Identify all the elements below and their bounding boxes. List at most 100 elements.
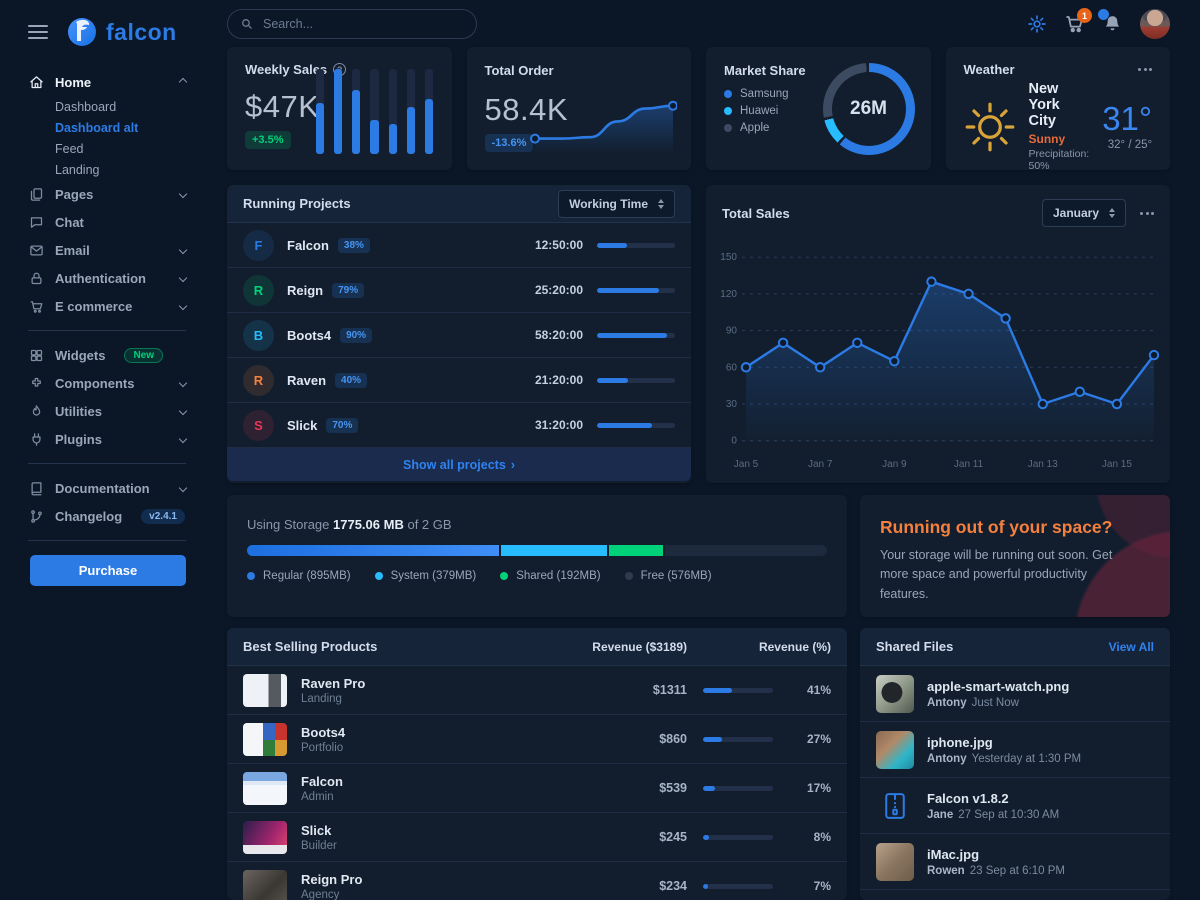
file-name[interactable]: iphone.jpg [927,735,1081,750]
file-meta: Jane27 Sep at 10:30 AM [927,809,1059,821]
sidebar-item-authentication[interactable]: Authentication [28,264,210,292]
sidebar-item-home[interactable]: Home [28,68,210,96]
weather-temp: 31° [1102,102,1152,135]
project-name[interactable]: Slick [287,418,317,433]
month-select[interactable]: January [1042,199,1126,227]
sidebar-item-label: Components [55,376,134,391]
bar-fill [425,99,433,154]
product-category: Portfolio [301,742,345,754]
search-input[interactable] [261,16,464,32]
project-time: 58:20:00 [535,328,583,342]
sidebar-item-documentation[interactable]: Documentation [28,474,210,502]
sidebar-item-dashboard[interactable]: Dashboard [28,96,210,117]
sidebar-item-plugins[interactable]: Plugins [28,425,210,453]
file-name[interactable]: iMac.jpg [927,847,1065,862]
user-avatar[interactable] [1140,9,1170,39]
main-content: 1 Weekly Sales ? $47K +3.5% [210,0,1200,900]
file-row-falcon-v1-8-2: Falcon v1.8.2 Jane27 Sep at 10:30 AM [860,778,1170,834]
sidebar-item-feed[interactable]: Feed [28,138,210,159]
sidebar-divider [28,330,186,331]
working-time-select[interactable]: Working Time [558,190,675,218]
product-progress-bar [703,737,773,742]
legend-dot [724,124,732,132]
product-row-boots4: Boots4Portfolio$86027% [227,715,847,764]
sidebar-item-widgets[interactable]: WidgetsNew [28,341,210,369]
products-table: Raven ProLanding$131141%Boots4Portfolio$… [227,666,847,900]
product-name[interactable]: Reign Pro [301,872,362,887]
bar-track [334,69,342,154]
file-info: Falcon v1.8.2 Jane27 Sep at 10:30 AM [927,791,1059,821]
settings-gear-icon[interactable] [1027,14,1047,34]
project-name[interactable]: Reign [287,283,323,298]
product-thumbnail [243,772,287,805]
sidebar-item-label: Authentication [55,271,146,286]
project-name[interactable]: Raven [287,373,326,388]
total-order-sparkline [525,90,677,158]
product-price: $245 [577,830,687,844]
product-info: Reign Pro Agency [301,872,362,900]
product-percent: 7% [789,879,831,893]
product-info: Slick Builder [301,823,337,852]
file-name[interactable]: Falcon v1.8.2 [927,791,1059,806]
project-progress-bar [597,378,675,383]
legend-label: System (379MB) [391,570,477,582]
storage-segment-shared [609,545,663,556]
product-name[interactable]: Slick [301,823,337,838]
file-row-apple-smart-watch-png: apple-smart-watch.pngAntonyJust Now [860,666,1170,722]
project-name[interactable]: Falcon [287,238,329,253]
view-all-link[interactable]: View All [1109,640,1154,654]
product-progress-bar [703,835,773,840]
product-name[interactable]: Raven Pro [301,676,365,691]
market-share-donut: 26M [823,63,915,155]
sidebar-item-landing[interactable]: Landing [28,159,210,180]
product-percent: 17% [789,781,831,795]
plugins-icon [28,432,44,447]
project-name[interactable]: Boots4 [287,328,331,343]
sidebar-item-utilities[interactable]: Utilities [28,397,210,425]
product-name[interactable]: Falcon [301,774,343,789]
chevron-up-icon [179,78,187,86]
more-icon[interactable] [1138,64,1152,75]
storage-label: Using Storage 1775.06 MB of 2 GB [247,517,827,532]
show-all-projects-link[interactable]: Show all projects› [227,448,691,481]
sidebar-item-dashboard-alt[interactable]: Dashboard alt [28,117,210,138]
sidebar-item-email[interactable]: Email [28,236,210,264]
cart-icon[interactable]: 1 [1064,13,1085,34]
file-meta: Rowen23 Sep at 6:10 PM [927,865,1065,877]
file-thumbnail [876,731,914,769]
project-progress-bar [597,333,675,338]
purchase-button[interactable]: Purchase [30,555,186,586]
market-share-total: 26M [832,72,906,146]
sidebar-item-chat[interactable]: Chat [28,208,210,236]
project-percent-badge: 79% [332,283,364,298]
storage-card: Using Storage 1775.06 MB of 2 GB Regular… [227,495,847,617]
sidebar-item-components[interactable]: Components [28,369,210,397]
file-name[interactable]: apple-smart-watch.png [927,679,1069,694]
brand-logo[interactable]: falcon [66,16,177,48]
sidebar-item-pages[interactable]: Pages [28,180,210,208]
panel-title: Shared Files [876,639,953,654]
legend-dot [500,572,508,580]
product-category: Agency [301,889,362,900]
product-percent: 41% [789,683,831,697]
legend-label: Apple [740,122,769,134]
menu-toggle-icon[interactable] [28,25,48,39]
legend-label: Samsung [740,88,789,100]
product-name[interactable]: Boots4 [301,725,345,740]
sidebar-item-changelog[interactable]: Changelogv2.4.1 [28,502,210,530]
product-percent: 8% [789,830,831,844]
svg-text:Jan 5: Jan 5 [734,459,759,470]
notifications-bell-icon[interactable] [1102,13,1123,34]
product-thumbnail [243,821,287,854]
storage-segment-system [501,545,608,556]
svg-text:Jan 15: Jan 15 [1102,459,1132,470]
weekly-sales-badge: +3.5% [245,131,291,149]
file-row-iphone-jpg: iphone.jpgAntonyYesterday at 1:30 PM [860,722,1170,778]
sidebar-item-e-commerce[interactable]: E commerce [28,292,210,320]
best-selling-card: Best Selling Products Revenue ($3189) Re… [227,628,847,900]
search-box[interactable] [227,9,477,39]
running-projects-card: Running Projects Working Time FFalcon38%… [227,185,691,483]
legend-dot [247,572,255,580]
more-icon[interactable] [1140,208,1154,219]
product-category: Builder [301,840,337,852]
